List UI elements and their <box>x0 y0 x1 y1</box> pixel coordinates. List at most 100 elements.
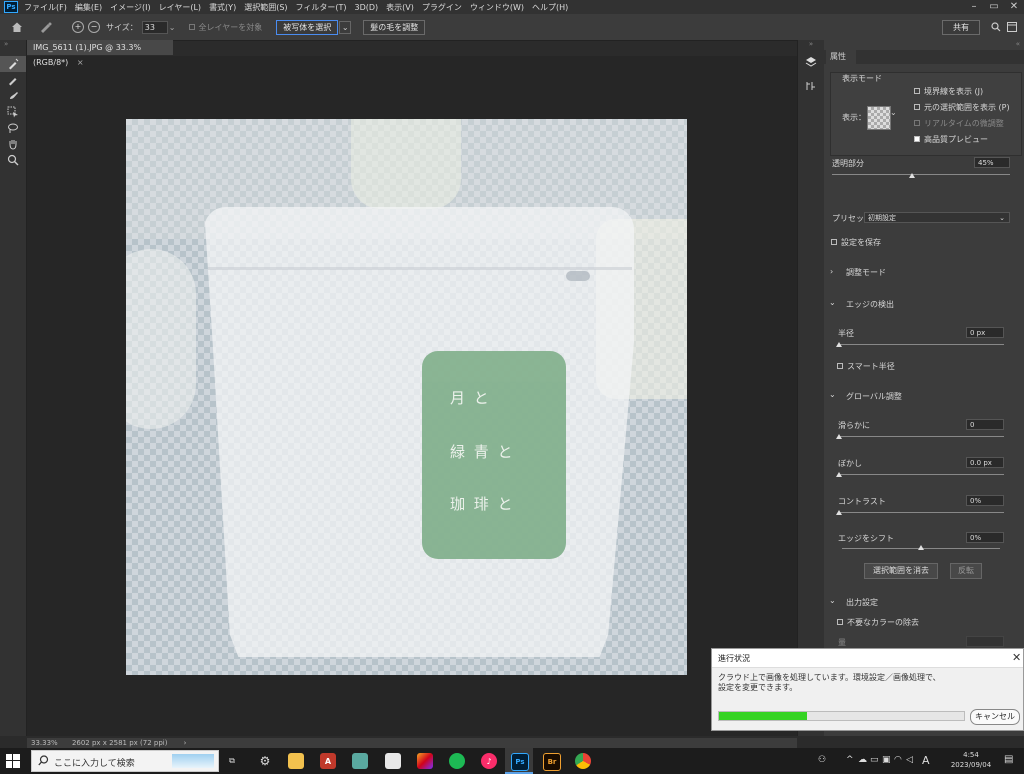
zoom-icon[interactable] <box>0 152 26 168</box>
radius-slider-knob[interactable] <box>836 342 842 347</box>
feather-slider-knob[interactable] <box>836 472 842 477</box>
quick-selection-brush-icon[interactable] <box>0 56 26 72</box>
refine-hair-button[interactable]: 髪の毛を調整 <box>363 19 426 35</box>
smooth-input[interactable]: 0 <box>966 419 1004 430</box>
display-icon[interactable]: ▣ <box>882 755 891 765</box>
size-input[interactable]: 33 <box>141 20 168 34</box>
opacity-slider-track[interactable] <box>832 174 1010 175</box>
brush-preset-icon[interactable] <box>38 20 54 34</box>
menu-filter[interactable]: フィルター(T) <box>296 2 347 13</box>
radius-input[interactable]: 0 px <box>966 327 1004 338</box>
menu-image[interactable]: イメージ(I) <box>110 2 150 13</box>
opacity-slider-knob[interactable] <box>909 173 916 178</box>
cancel-button[interactable]: キャンセル <box>970 709 1020 725</box>
notepad-icon[interactable] <box>385 753 401 769</box>
search-icon[interactable] <box>988 22 1004 32</box>
smart-radius-checkbox[interactable] <box>837 363 843 369</box>
select-subject-button[interactable]: 被写体を選択 <box>276 19 339 35</box>
edge-detection-section[interactable]: エッジの検出 <box>846 299 894 310</box>
document-tab[interactable]: IMG_5611 (1).JPG @ 33.3% (RGB/8*) × <box>27 40 173 67</box>
taskbar-search-box[interactable]: ここに入力して検索 <box>31 750 219 772</box>
contrast-slider-track[interactable] <box>838 512 1004 513</box>
hand-icon[interactable] <box>0 136 26 152</box>
collapse-icon[interactable]: » <box>0 40 26 56</box>
preset-select[interactable]: 初期設定 ⌄ <box>864 212 1010 223</box>
show-edge-checkbox[interactable] <box>914 88 920 94</box>
layers-icon[interactable] <box>798 50 824 74</box>
monitor-icon[interactable]: ▭ <box>870 755 879 765</box>
radius-slider-track[interactable] <box>838 344 1004 345</box>
menu-select[interactable]: 選択範囲(S) <box>244 2 287 13</box>
close-tab-icon[interactable]: × <box>77 58 84 67</box>
adjust-mode-section[interactable]: 調整モード <box>846 267 886 278</box>
show-original-checkbox[interactable] <box>914 104 920 110</box>
contrast-input[interactable]: 0% <box>966 495 1004 506</box>
menu-layer[interactable]: レイヤー(L) <box>159 2 201 13</box>
onedrive-icon[interactable]: ☁ <box>858 755 867 765</box>
amount-input[interactable] <box>966 636 1004 647</box>
instagram-icon[interactable] <box>417 753 433 769</box>
people-icon[interactable]: ⚇ <box>818 755 826 765</box>
global-refine-section[interactable]: グローバル調整 <box>846 391 902 402</box>
tray-expand-icon[interactable]: ^ <box>846 755 854 765</box>
collapse-icon[interactable]: » <box>798 40 824 50</box>
clear-selection-button[interactable]: 選択範囲を消去 <box>864 563 938 579</box>
app-icon[interactable] <box>352 753 368 769</box>
subtract-mode-icon[interactable]: − <box>88 21 100 33</box>
save-settings-checkbox[interactable] <box>831 239 837 245</box>
notifications-icon[interactable]: ▤ <box>1004 754 1013 765</box>
chevron-right-icon[interactable]: › <box>184 739 187 747</box>
windows-start-icon[interactable] <box>6 754 20 771</box>
photoshop-taskbar-item[interactable]: Ps <box>505 748 533 774</box>
feather-input[interactable]: 0.0 px <box>966 457 1004 468</box>
chevron-right-icon[interactable]: › <box>830 267 833 276</box>
opacity-input[interactable]: 45% <box>974 157 1010 168</box>
photoshop-logo-icon[interactable]: Ps <box>4 1 18 13</box>
home-icon[interactable] <box>10 20 24 34</box>
acrobat-icon[interactable]: A <box>320 753 336 769</box>
menu-file[interactable]: ファイル(F) <box>24 2 67 13</box>
image-canvas[interactable]: 月 と 緑 青 と 珈 琲 と <box>126 119 687 675</box>
close-window-button[interactable]: ✕ <box>1004 0 1024 14</box>
menu-window[interactable]: ウィンドウ(W) <box>470 2 524 13</box>
dialog-close-icon[interactable]: ✕ <box>1012 651 1021 664</box>
workspace-icon[interactable] <box>1004 22 1020 32</box>
share-button[interactable]: 共有 <box>942 19 980 35</box>
shift-edge-input[interactable]: 0% <box>966 532 1004 543</box>
sample-all-checkbox[interactable] <box>189 24 196 30</box>
music-icon[interactable]: ♪ <box>481 753 497 769</box>
refine-edge-brush-icon[interactable] <box>0 72 26 88</box>
menu-view[interactable]: 表示(V) <box>386 2 414 13</box>
chevron-down-icon[interactable]: ⌄ <box>829 298 836 307</box>
chrome-icon[interactable] <box>575 753 591 769</box>
menu-3d[interactable]: 3D(D) <box>355 3 379 12</box>
lasso-icon[interactable] <box>0 120 26 136</box>
taskbar-clock[interactable]: 4:54 2023/09/04 <box>948 750 994 770</box>
menu-plugins[interactable]: プラグイン <box>422 2 462 13</box>
volume-icon[interactable]: ◁ <box>906 755 913 765</box>
wifi-icon[interactable]: ◠ <box>894 755 902 765</box>
realtime-refine-checkbox[interactable] <box>914 120 920 126</box>
restore-button[interactable]: ▭ <box>984 0 1004 14</box>
properties-icon[interactable] <box>798 74 824 98</box>
chevron-down-icon[interactable]: ⌄ <box>829 596 836 605</box>
chevron-down-icon[interactable]: ⌄ <box>169 23 176 32</box>
minimize-button[interactable]: – <box>964 0 984 14</box>
ime-indicator[interactable]: A <box>922 754 930 767</box>
contrast-slider-knob[interactable] <box>836 510 842 515</box>
object-selection-icon[interactable] <box>0 104 26 120</box>
smooth-slider-knob[interactable] <box>836 434 842 439</box>
high-quality-preview-checkbox[interactable] <box>914 136 920 142</box>
menu-type[interactable]: 書式(Y) <box>209 2 236 13</box>
menu-edit[interactable]: 編集(E) <box>75 2 102 13</box>
tab-properties[interactable]: 属性 <box>826 50 856 64</box>
smooth-slider-track[interactable] <box>838 436 1004 437</box>
feather-slider-track[interactable] <box>838 474 1004 475</box>
decontaminate-checkbox[interactable] <box>837 619 843 625</box>
menu-help[interactable]: ヘルプ(H) <box>532 2 568 13</box>
file-explorer-icon[interactable] <box>288 753 304 769</box>
invert-button[interactable]: 反転 <box>950 563 982 579</box>
zoom-level[interactable]: 33.33% <box>31 739 58 747</box>
bridge-icon[interactable]: Br <box>543 753 561 771</box>
task-view-icon[interactable]: ⧉ <box>224 753 240 769</box>
